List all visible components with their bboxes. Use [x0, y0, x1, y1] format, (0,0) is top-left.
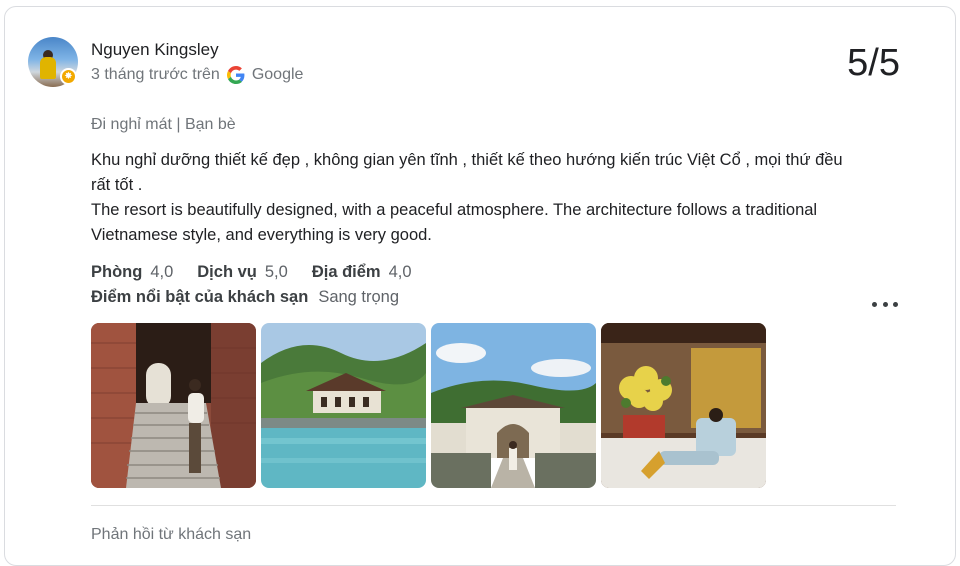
- review-time: 3 tháng trước trên: [91, 66, 220, 83]
- rating-location: Địa điểm 4,0: [312, 263, 412, 282]
- hotel-highlight: Điểm nổi bật của khách sạn Sang trọng: [91, 288, 399, 307]
- more-options-icon[interactable]: [872, 294, 898, 314]
- rating-room: Phòng 4,0: [91, 263, 173, 282]
- hotel-reply-heading[interactable]: Phản hồi từ khách sạn: [91, 526, 251, 544]
- review-photo-1[interactable]: [91, 323, 256, 488]
- review-photo-2[interactable]: [261, 323, 426, 488]
- avatar-figure-body: [40, 57, 56, 79]
- review-text: Khu nghỉ dưỡng thiết kế đẹp , không gian…: [91, 148, 851, 248]
- review-photo-4[interactable]: [601, 323, 766, 488]
- rating-label: Dịch vụ: [197, 263, 257, 281]
- rating-value: 5,0: [264, 263, 288, 281]
- sub-ratings: Phòng 4,0 Dịch vụ 5,0 Địa điểm 4,0: [91, 263, 436, 282]
- highlight-label: Điểm nổi bật của khách sạn: [91, 288, 309, 306]
- trip-tags: Đi nghỉ mát | Bạn bè: [91, 116, 236, 133]
- highlight-value: Sang trọng: [318, 288, 400, 306]
- rating-label: Phòng: [91, 263, 143, 281]
- review-photo-3[interactable]: [431, 323, 596, 488]
- review-text-en: The resort is beautifully designed, with…: [91, 201, 818, 244]
- reviewer-name[interactable]: Nguyen Kingsley: [91, 40, 219, 60]
- section-divider: [91, 505, 896, 506]
- review-text-vi: Khu nghỉ dưỡng thiết kế đẹp , không gian…: [91, 151, 843, 194]
- review-meta: 3 tháng trước trên Google: [91, 66, 303, 84]
- review-source: Google: [251, 66, 304, 83]
- google-logo-icon: [226, 66, 245, 84]
- rating-value: 4,0: [388, 263, 412, 281]
- rating-service: Dịch vụ 5,0: [197, 263, 288, 282]
- review-score: 5/5: [847, 42, 900, 84]
- rating-label: Địa điểm: [311, 263, 381, 281]
- local-guide-badge-icon: ✸: [60, 68, 77, 85]
- rating-value: 4,0: [150, 263, 174, 281]
